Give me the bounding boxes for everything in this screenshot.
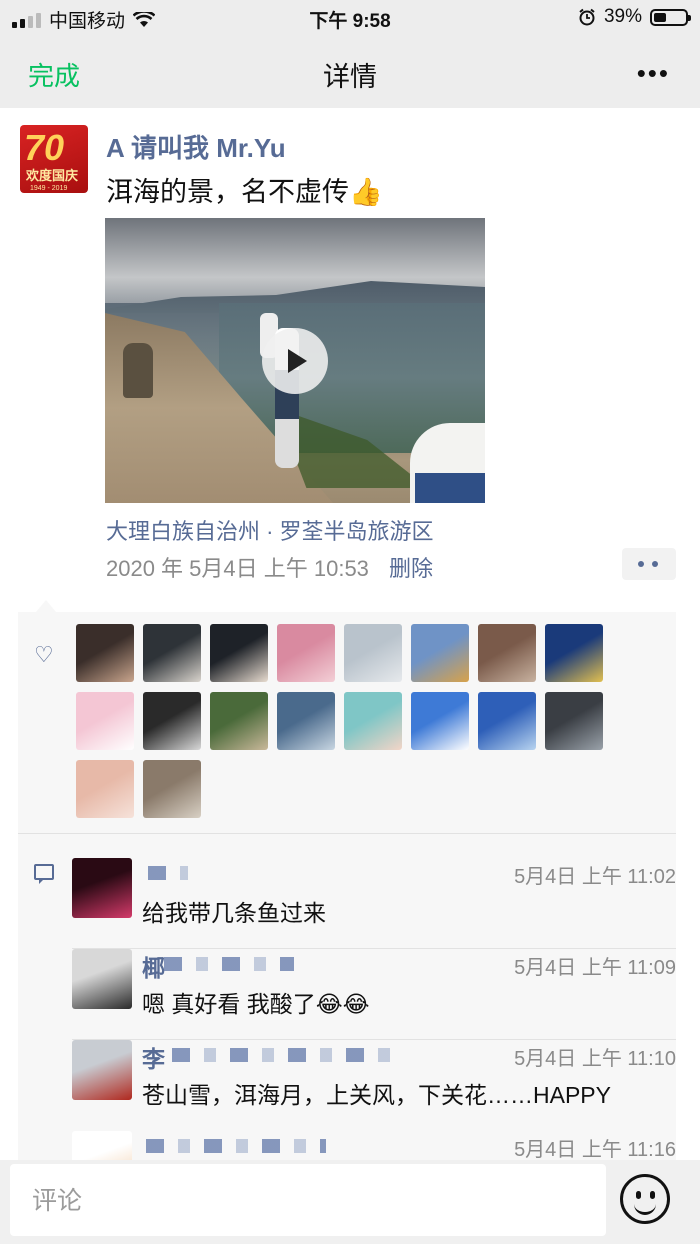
liker-avatar[interactable] xyxy=(277,624,335,682)
masked-name xyxy=(146,1139,326,1153)
more-options-button[interactable]: ••• xyxy=(637,58,670,89)
masked-name xyxy=(164,957,294,971)
comment-text: 嗯 真好看 我酸了😂😂 xyxy=(142,991,370,1017)
liker-avatar[interactable] xyxy=(344,624,402,682)
battery-percent: 39% xyxy=(603,6,642,27)
smile-icon[interactable] xyxy=(620,1174,670,1224)
comment-text: 给我带几条鱼过来 xyxy=(142,900,326,926)
liker-avatar[interactable] xyxy=(210,624,268,682)
moment-post: 70 欢度国庆 1949 - 2019 A 请叫我 Mr.Yu 洱海的景，名不虚… xyxy=(0,108,700,1160)
masked-name xyxy=(172,1048,392,1062)
liker-avatar[interactable] xyxy=(76,760,134,818)
comment-time: 5月4日 上午 11:10 xyxy=(514,1048,676,1070)
location-link[interactable]: 大理白族自治州 · 罗荃半岛旅游区 xyxy=(106,514,434,546)
liker-avatar[interactable] xyxy=(344,692,402,750)
masked-name xyxy=(148,866,188,880)
likes-section: ♡ xyxy=(18,600,676,833)
alarm-clock-icon xyxy=(579,8,595,26)
comment-time: 5月4日 上午 11:02 xyxy=(514,866,676,888)
commenter-name[interactable]: 李 xyxy=(142,1040,165,1074)
comment-icon xyxy=(34,864,54,884)
liker-avatar[interactable] xyxy=(143,624,201,682)
liker-avatar[interactable] xyxy=(478,624,536,682)
comment-input-bar xyxy=(0,1160,700,1244)
liker-avatar[interactable] xyxy=(411,624,469,682)
liker-avatar[interactable] xyxy=(545,692,603,750)
liker-avatar[interactable] xyxy=(76,692,134,750)
liker-avatar[interactable] xyxy=(210,692,268,750)
delete-button[interactable]: 删除 xyxy=(389,556,433,581)
liker-avatar[interactable] xyxy=(143,692,201,750)
post-meta: 2020 年 5月4日 上午 10:53 删除 xyxy=(106,551,433,583)
post-timestamp: 2020 年 5月4日 上午 10:53 xyxy=(106,556,369,581)
heart-icon: ♡ xyxy=(34,642,54,667)
comment-time: 5月4日 上午 11:16 xyxy=(514,1139,676,1160)
liker-avatar[interactable] xyxy=(143,760,201,818)
battery-icon xyxy=(650,8,691,26)
comment-item[interactable]: 李 5月4日 上午 11:10 苍山雪，洱海月，上关风，下关花……HAPPY xyxy=(72,1039,676,1131)
liker-avatar[interactable] xyxy=(76,624,134,682)
commenter-avatar[interactable] xyxy=(72,858,132,918)
commenter-name[interactable]: 椰 xyxy=(142,949,165,983)
author-name[interactable]: A 请叫我 Mr.Yu xyxy=(106,128,286,165)
play-icon[interactable] xyxy=(262,328,328,394)
commenter-avatar[interactable] xyxy=(72,1131,132,1160)
actions-more-button[interactable] xyxy=(622,548,676,580)
liker-avatar[interactable] xyxy=(478,692,536,750)
liker-avatar[interactable] xyxy=(545,624,603,682)
comment-item[interactable]: 5月4日 上午 11:16 xyxy=(72,1131,676,1160)
comment-input[interactable] xyxy=(10,1164,594,1238)
page-title: 详情 xyxy=(323,62,377,92)
nav-bar: 完成 详情 ••• xyxy=(0,36,700,108)
comment-item[interactable]: 5月4日 上午 11:02 给我带几条鱼过来 xyxy=(72,858,676,949)
comment-time: 5月4日 上午 11:09 xyxy=(514,957,676,979)
commenter-avatar[interactable] xyxy=(72,949,132,1009)
commenter-avatar[interactable] xyxy=(72,1040,132,1100)
comment-text: 苍山雪，洱海月，上关风，下关花……HAPPY xyxy=(142,1082,611,1108)
video-thumbnail[interactable] xyxy=(105,218,485,503)
liker-avatar[interactable] xyxy=(411,692,469,750)
comment-item[interactable]: 椰 5月4日 上午 11:09 嗯 真好看 我酸了😂😂 xyxy=(72,948,676,1040)
comments-section: 5月4日 上午 11:02 给我带几条鱼过来 椰 5月4日 上午 11:09 嗯… xyxy=(18,834,676,1160)
liker-avatar[interactable] xyxy=(277,692,335,750)
comment-input-wrapper xyxy=(10,1164,606,1238)
post-text: 洱海的景，名不虚传👍 xyxy=(106,177,383,207)
status-bar: 中国移动 下午 9:58 39% xyxy=(0,0,700,36)
author-avatar[interactable]: 70 欢度国庆 1949 - 2019 xyxy=(20,125,88,193)
